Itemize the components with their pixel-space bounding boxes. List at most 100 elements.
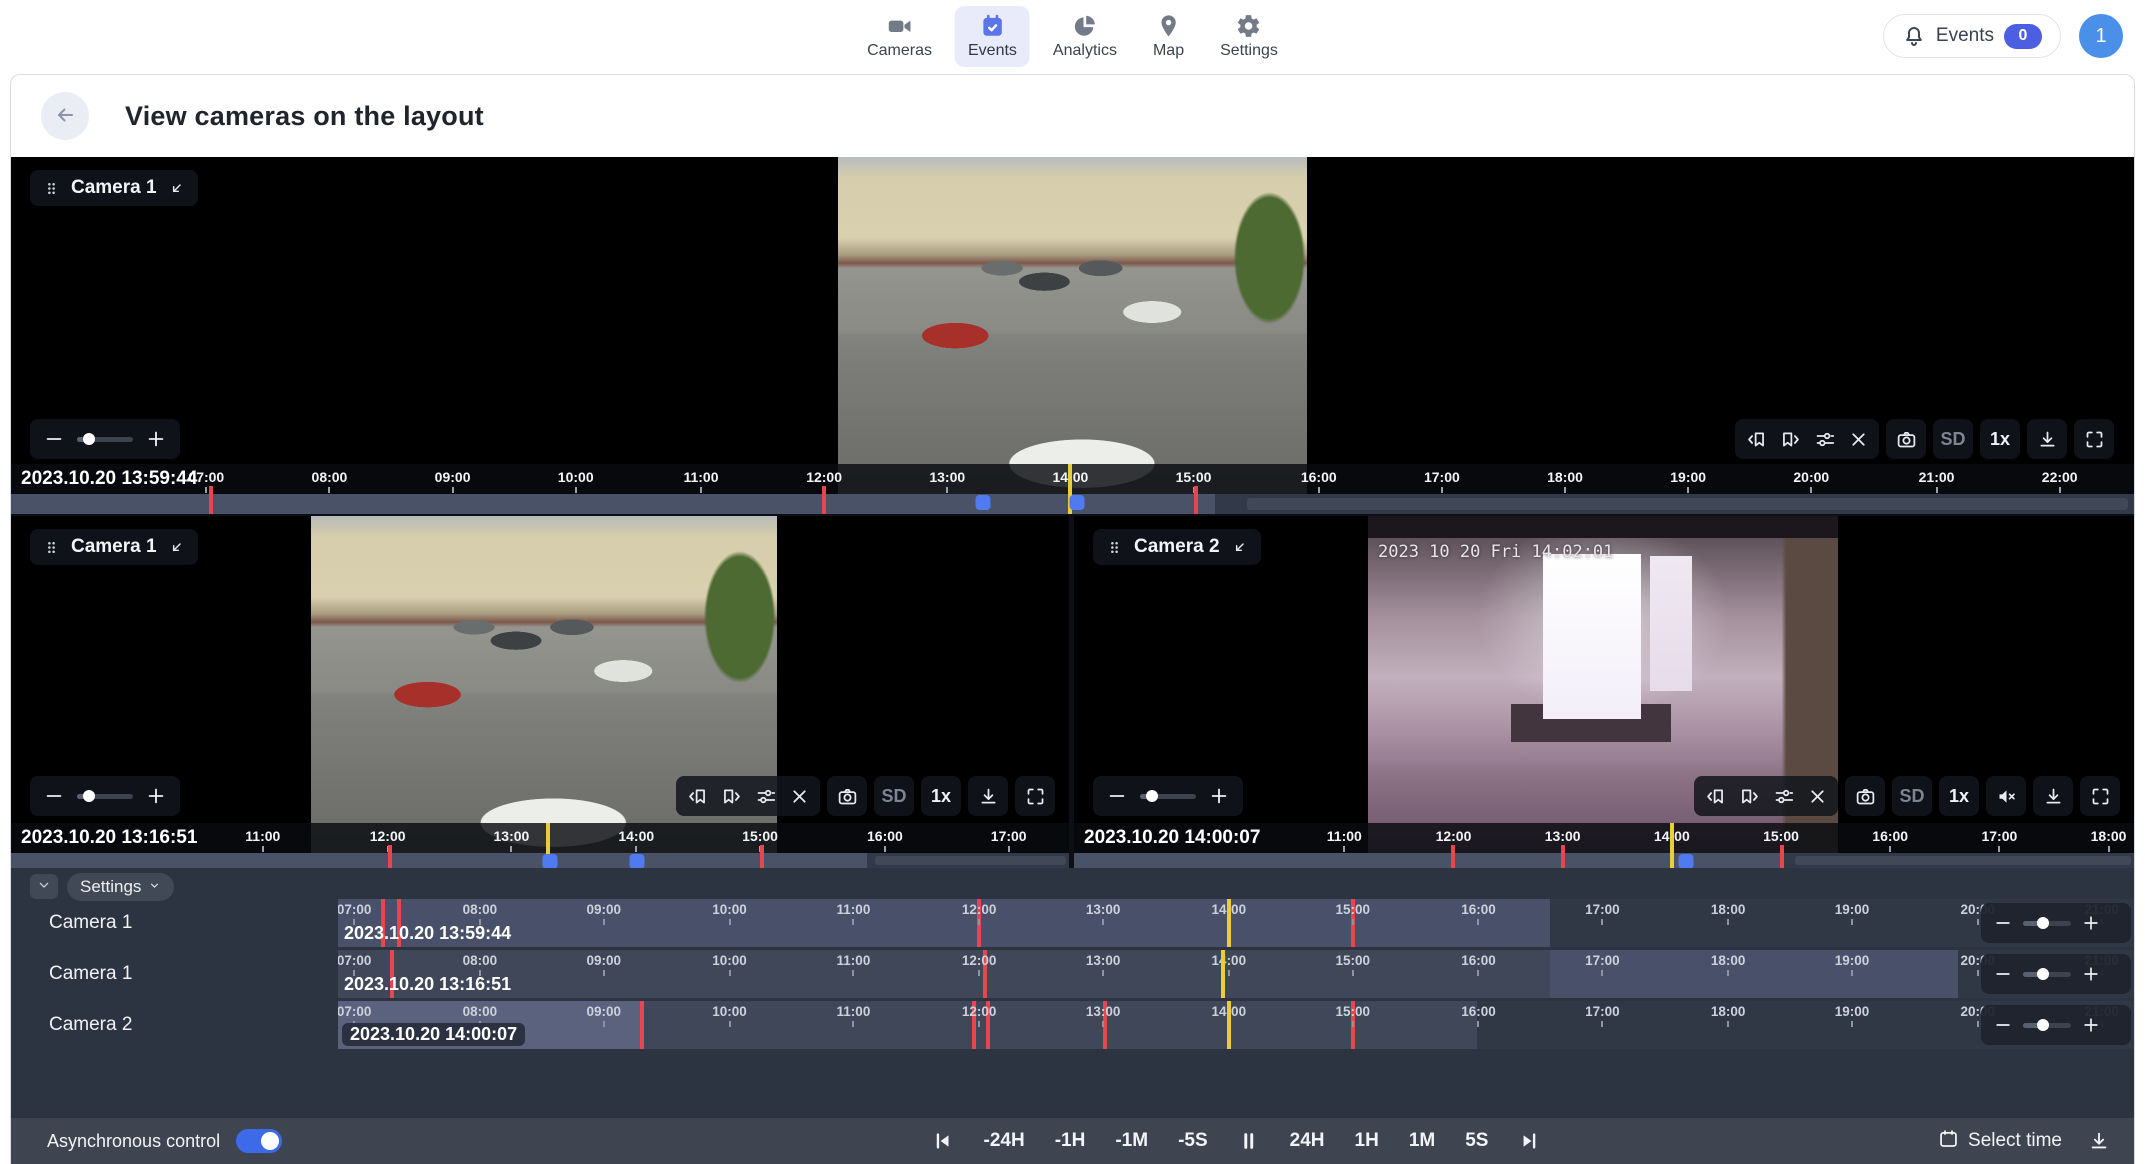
prev-bookmark-button[interactable] — [1741, 419, 1771, 459]
snapshot-button[interactable] — [827, 776, 867, 816]
step-back-1h-button[interactable]: -1H — [1055, 1130, 1086, 1152]
collapse-arrow-icon[interactable] — [1231, 539, 1248, 556]
step-back-24h-button[interactable]: -24H — [984, 1130, 1025, 1152]
quality-button[interactable]: SD — [1892, 776, 1932, 816]
prev-bookmark-button[interactable] — [682, 776, 712, 816]
timeline-hours[interactable]: 2023.10.20 13:59:44 07:0008:0009:0010:00… — [11, 464, 2134, 494]
step-fwd-1h-button[interactable]: 1H — [1355, 1130, 1379, 1152]
camera-1-video[interactable] — [838, 157, 1307, 494]
close-button[interactable] — [784, 776, 814, 816]
zoom-in-button[interactable] — [2081, 913, 2101, 933]
select-time-button[interactable]: Select time — [1932, 1127, 2068, 1156]
collapse-panel-button[interactable] — [30, 874, 58, 899]
speed-button[interactable]: 1x — [921, 776, 961, 816]
snapshot-button[interactable] — [1886, 419, 1926, 459]
filter-button[interactable] — [1809, 419, 1839, 459]
next-bookmark-button[interactable] — [1734, 776, 1764, 816]
step-fwd-5s-button[interactable]: 5S — [1465, 1130, 1488, 1152]
back-button[interactable] — [41, 92, 89, 140]
nav-item-cameras[interactable]: Cameras — [854, 6, 945, 67]
playhead-marker[interactable] — [1221, 950, 1225, 998]
camera-2-label-pill[interactable]: Camera 2 — [1093, 529, 1261, 565]
snapshot-button[interactable] — [1845, 776, 1885, 816]
zoom-slider-knob[interactable] — [83, 433, 95, 445]
step-fwd-24h-button[interactable]: 24H — [1290, 1130, 1325, 1152]
settings-dropdown[interactable]: Settings — [67, 873, 174, 901]
zoom-slider[interactable] — [2023, 1023, 2071, 1028]
zoom-slider-knob[interactable] — [2037, 917, 2049, 929]
zoom-slider-knob[interactable] — [2037, 1019, 2049, 1031]
quality-button[interactable]: SD — [874, 776, 914, 816]
collapse-arrow-icon[interactable] — [168, 539, 185, 556]
zoom-in-button[interactable] — [145, 428, 167, 450]
drag-handle-icon[interactable] — [1106, 539, 1123, 556]
timeline-hours[interactable]: 2023.10.20 13:16:51 11:0012:0013:0014:00… — [11, 823, 1069, 853]
zoom-slider-knob[interactable] — [2037, 968, 2049, 980]
speed-button[interactable]: 1x — [1980, 419, 2020, 459]
zoom-in-button[interactable] — [2081, 1015, 2101, 1035]
nav-item-settings[interactable]: Settings — [1207, 6, 1291, 67]
zoom-slider[interactable] — [77, 437, 133, 442]
skip-to-end-button[interactable] — [1518, 1130, 1540, 1152]
timeline-hours[interactable]: 2023.10.20 14:00:07 11:0012:0013:0014:00… — [1074, 823, 2134, 853]
nav-item-analytics[interactable]: Analytics — [1040, 6, 1130, 67]
fullscreen-button[interactable] — [2074, 419, 2114, 459]
skip-to-start-button[interactable] — [932, 1130, 954, 1152]
playhead-marker[interactable] — [1227, 1001, 1231, 1049]
zoom-out-button[interactable] — [1993, 964, 2013, 984]
zoom-out-button[interactable] — [1993, 913, 2013, 933]
export-download-button[interactable] — [2088, 1130, 2110, 1152]
zoom-slider[interactable] — [2023, 921, 2071, 926]
zoom-slider[interactable] — [77, 794, 133, 799]
camera-timeline-row[interactable]: 07:0008:0009:0010:0011:0012:0013:0014:00… — [338, 899, 2134, 947]
step-back-5s-button[interactable]: -5S — [1178, 1130, 1208, 1152]
pause-button[interactable] — [1238, 1130, 1260, 1152]
playhead-marker[interactable] — [1227, 899, 1231, 947]
camera-1b-label-pill[interactable]: Camera 1 — [30, 529, 198, 565]
row-camera-name[interactable]: Camera 1 — [49, 950, 132, 998]
filter-button[interactable] — [1768, 776, 1798, 816]
close-button[interactable] — [1843, 419, 1873, 459]
fullscreen-button[interactable] — [1015, 776, 1055, 816]
timeline-bar[interactable] — [11, 853, 1069, 868]
zoom-slider-knob[interactable] — [1146, 790, 1158, 802]
download-button[interactable] — [968, 776, 1008, 816]
nav-item-events[interactable]: Events — [955, 6, 1030, 67]
close-button[interactable] — [1802, 776, 1832, 816]
drag-handle-icon[interactable] — [43, 180, 60, 197]
zoom-in-button[interactable] — [2081, 964, 2101, 984]
zoom-out-button[interactable] — [43, 428, 65, 450]
filter-button[interactable] — [750, 776, 780, 816]
zoom-slider[interactable] — [1140, 794, 1196, 799]
row-camera-name[interactable]: Camera 2 — [49, 1001, 132, 1049]
nav-item-map[interactable]: Map — [1140, 6, 1197, 67]
step-fwd-1m-button[interactable]: 1M — [1409, 1130, 1435, 1152]
step-back-1m-button[interactable]: -1M — [1115, 1130, 1148, 1152]
timeline-bar[interactable] — [11, 494, 2134, 514]
camera-timeline-row[interactable]: 07:0008:0009:0010:0011:0012:0013:0014:00… — [338, 950, 2134, 998]
download-button[interactable] — [2027, 419, 2067, 459]
fullscreen-button[interactable] — [2080, 776, 2120, 816]
zoom-slider-knob[interactable] — [83, 790, 95, 802]
timeline-bar[interactable] — [1074, 853, 2134, 868]
zoom-out-button[interactable] — [1993, 1015, 2013, 1035]
prev-bookmark-button[interactable] — [1700, 776, 1730, 816]
zoom-slider[interactable] — [2023, 972, 2071, 977]
mute-button[interactable] — [1986, 776, 2026, 816]
drag-handle-icon[interactable] — [43, 539, 60, 556]
download-button[interactable] — [2033, 776, 2073, 816]
async-control-toggle[interactable] — [236, 1129, 282, 1153]
zoom-in-button[interactable] — [1208, 785, 1230, 807]
next-bookmark-button[interactable] — [716, 776, 746, 816]
row-camera-name[interactable]: Camera 1 — [49, 899, 132, 947]
events-button[interactable]: Events 0 — [1883, 14, 2061, 58]
zoom-out-button[interactable] — [1106, 785, 1128, 807]
speed-button[interactable]: 1x — [1939, 776, 1979, 816]
zoom-out-button[interactable] — [43, 785, 65, 807]
camera-timeline-row[interactable]: 07:0008:0009:0010:0011:0012:0013:0014:00… — [338, 1001, 2134, 1049]
next-bookmark-button[interactable] — [1775, 419, 1805, 459]
camera-1-label-pill[interactable]: Camera 1 — [30, 170, 198, 206]
collapse-arrow-icon[interactable] — [168, 180, 185, 197]
user-avatar[interactable]: 1 — [2079, 14, 2123, 58]
zoom-in-button[interactable] — [145, 785, 167, 807]
